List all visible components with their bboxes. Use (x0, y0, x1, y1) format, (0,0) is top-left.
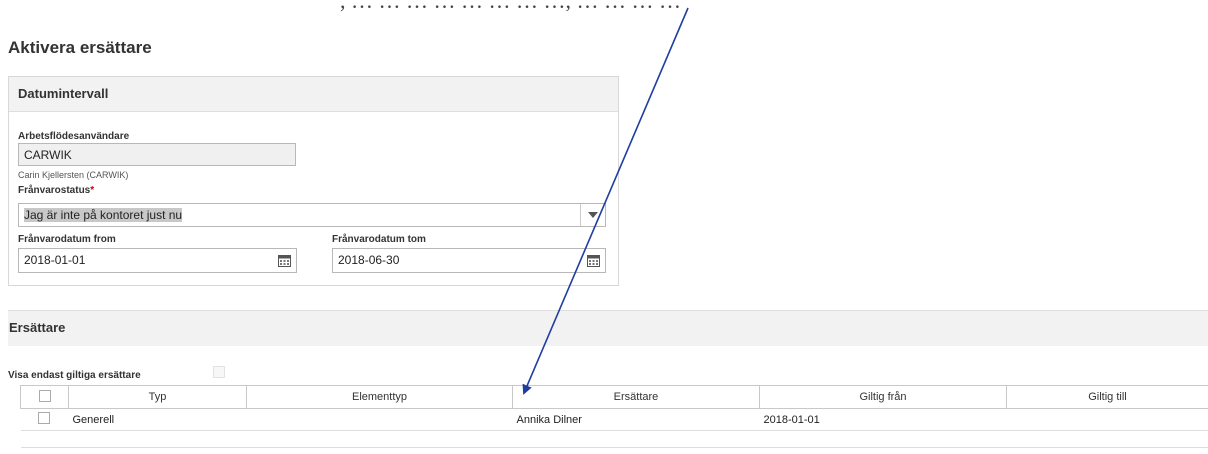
only-valid-checkbox[interactable] (213, 366, 225, 378)
column-header-elementtyp[interactable]: Elementtyp (246, 385, 513, 409)
table-header-row: Typ Elementtyp Ersättare Giltig från Gil… (20, 385, 1208, 409)
only-valid-label: Visa endast giltiga ersättare (8, 370, 141, 381)
cell-giltig-till (1006, 408, 1208, 431)
workflow-user-value: CARWIK (24, 148, 72, 162)
cell-giltig-fran: 2018-01-01 (759, 408, 1007, 431)
clipped-top-text: , … … … … … … … …, … … … … (340, 0, 681, 13)
column-header-ersattare[interactable]: Ersättare (512, 385, 760, 409)
datumintervall-panel: Datumintervall Arbetsflödesanvändare CAR… (8, 76, 619, 286)
date-from-field[interactable]: 2018-01-01 (18, 248, 297, 273)
ersattare-header: Ersättare (8, 310, 1208, 346)
absence-status-select[interactable]: Jag är inte på kontoret just nu (18, 203, 606, 227)
select-all-checkbox[interactable] (38, 389, 51, 402)
date-from-value: 2018-01-01 (24, 253, 86, 267)
calendar-icon[interactable] (272, 249, 296, 272)
datumintervall-header: Datumintervall (9, 77, 618, 112)
table-row[interactable]: Generell Annika Dilner 2018-01-01 (20, 408, 1208, 431)
clipped-top-area: , … … … … … … … …, … … … … (0, 0, 1208, 22)
column-header-giltig-fran[interactable]: Giltig från (759, 385, 1007, 409)
date-to-field[interactable]: 2018-06-30 (332, 248, 606, 273)
page-title: Aktivera ersättare (8, 38, 152, 57)
cell-ersattare: Annika Dilner (512, 408, 760, 431)
row-select-cell (20, 408, 69, 431)
empty-row (20, 430, 1208, 448)
row-checkbox[interactable] (38, 412, 50, 424)
column-header-giltig-till[interactable]: Giltig till (1006, 385, 1208, 409)
workflow-user-field[interactable]: CARWIK (18, 143, 296, 166)
workflow-user-label: Arbetsflödesanvändare (18, 131, 130, 142)
workflow-user-name: Carin Kjellersten (CARWIK) (18, 170, 129, 180)
column-header-typ[interactable]: Typ (68, 385, 247, 409)
date-from-label: Frånvarodatum from (18, 234, 116, 245)
cell-typ: Generell (68, 408, 247, 431)
cell-elementtyp (246, 408, 513, 431)
absence-status-label: Frånvarostatus* (18, 185, 95, 196)
required-marker: * (90, 185, 95, 196)
ersattare-table: Typ Elementtyp Ersättare Giltig från Gil… (20, 385, 1208, 448)
date-to-value: 2018-06-30 (338, 253, 400, 267)
chevron-down-icon[interactable] (580, 204, 605, 226)
calendar-icon[interactable] (581, 249, 605, 272)
date-to-label: Frånvarodatum tom (332, 234, 426, 245)
absence-status-value: Jag är inte på kontoret just nu (24, 208, 183, 222)
select-all-cell (20, 385, 69, 409)
